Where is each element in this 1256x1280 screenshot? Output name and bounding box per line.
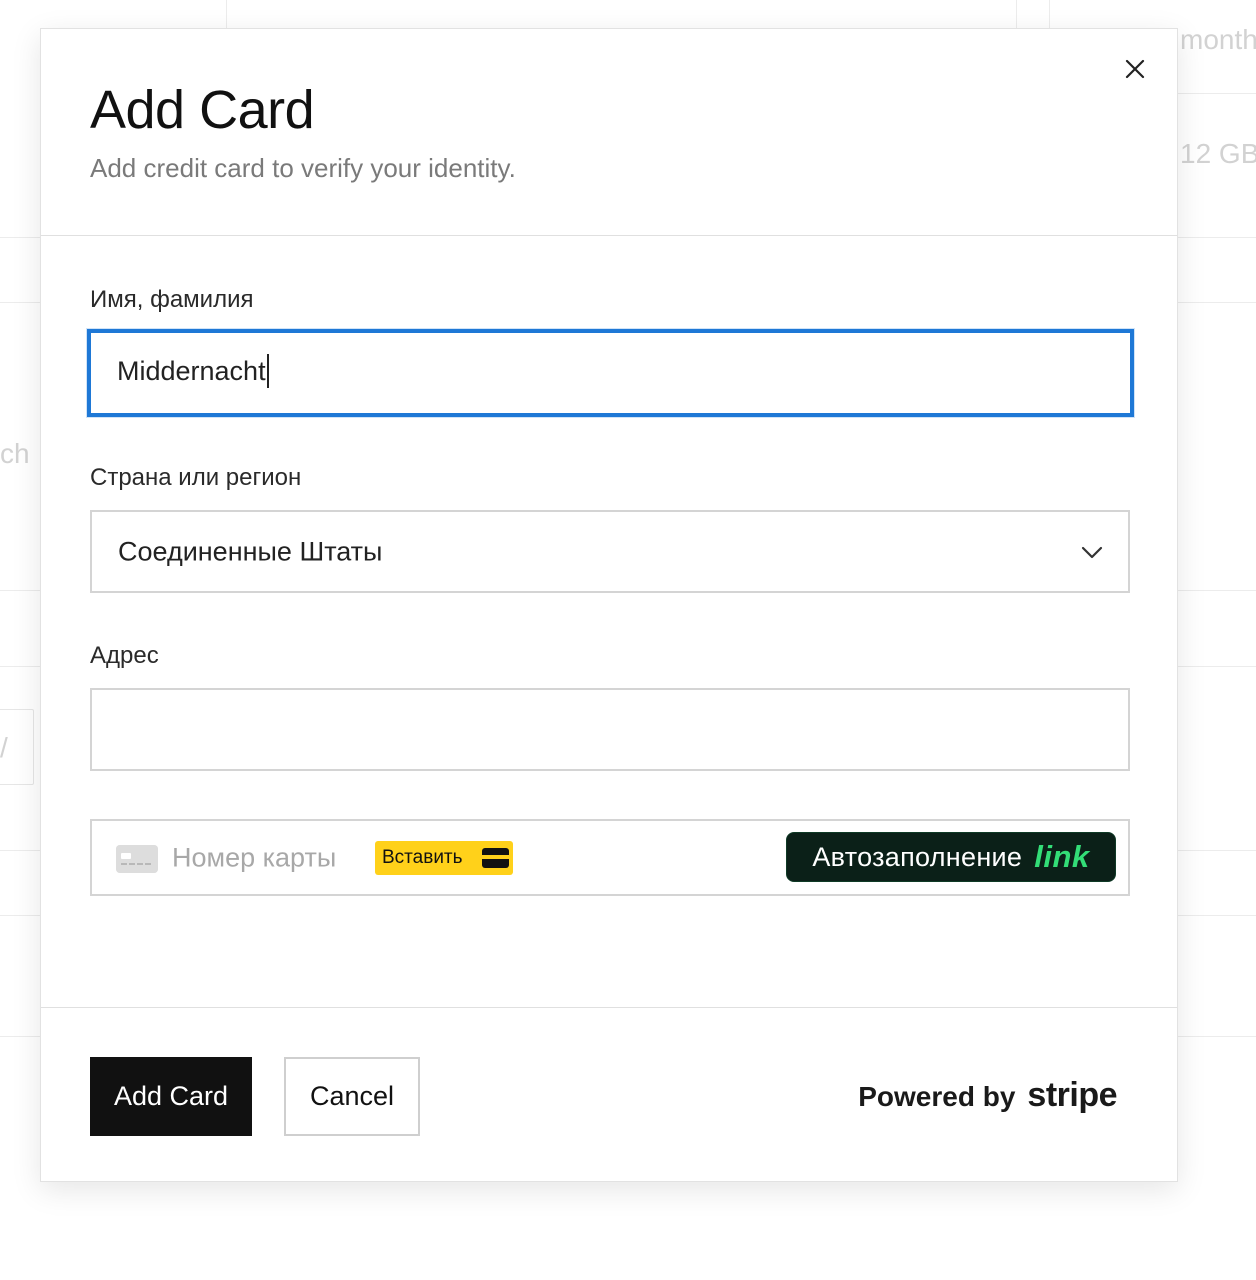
modal-footer: Add Card Cancel Powered by stripe [41,1007,1177,1183]
country-select-value: Соединенные Штаты [118,536,383,566]
bg-divider [1016,0,1017,28]
add-card-modal: Add Card Add credit card to verify your … [40,28,1178,1182]
powered-by-stripe: Powered by stripe [858,1076,1117,1115]
name-input-value: Middernacht [117,354,269,390]
powered-by-label: Powered by [858,1081,1016,1112]
bg-divider [0,666,40,667]
bg-divider [226,0,227,28]
bg-divider [0,1036,40,1037]
autofill-label: Автозаполнение [812,841,1023,872]
modal-title: Add Card [90,80,315,140]
bg-divider [0,850,40,851]
bg-text-storage: 12 GB [1180,138,1256,169]
bg-divider [0,915,40,916]
chevron-down-icon [1081,546,1103,558]
bg-divider [1178,590,1256,591]
name-label: Имя, фамилия [90,286,254,313]
paste-card-button[interactable]: Вставить [375,841,513,875]
credit-card-icon [116,845,158,873]
name-input[interactable]: Middernacht [87,329,1134,417]
bg-divider [1178,302,1256,303]
bg-text-partial: / [0,732,8,763]
bg-divider [1178,915,1256,916]
country-select[interactable]: Соединенные Штаты [90,510,1130,593]
card-number-field[interactable]: Номер карты Вставить Автозаполнение link [90,819,1130,896]
modal-header: Add Card Add credit card to verify your … [41,29,1177,236]
bg-divider [1178,850,1256,851]
cancel-button[interactable]: Cancel [284,1057,420,1136]
bg-divider [0,302,40,303]
bg-divider [1178,93,1256,94]
link-logo: link [1034,839,1090,874]
country-label: Страна или регион [90,464,302,491]
address-input[interactable] [90,688,1130,771]
bg-divider [1049,0,1050,28]
address-label: Адрес [90,642,159,669]
bg-divider [1178,237,1256,238]
card-number-placeholder: Номер карты [172,842,337,872]
card-icon [482,848,509,868]
paste-card-label: Вставить [382,847,463,868]
text-caret [266,354,269,388]
bg-divider [1178,1036,1256,1037]
stripe-logo: stripe [1027,1076,1117,1114]
bg-divider [1178,666,1256,667]
add-card-button[interactable]: Add Card [90,1057,252,1136]
bg-text-partial: ch [0,438,30,469]
link-autofill-button[interactable]: Автозаполнение link [786,832,1116,882]
bg-divider [0,237,40,238]
modal-subtitle: Add credit card to verify your identity. [90,153,516,183]
bg-divider [0,590,40,591]
bg-text-month: month [1180,24,1256,55]
